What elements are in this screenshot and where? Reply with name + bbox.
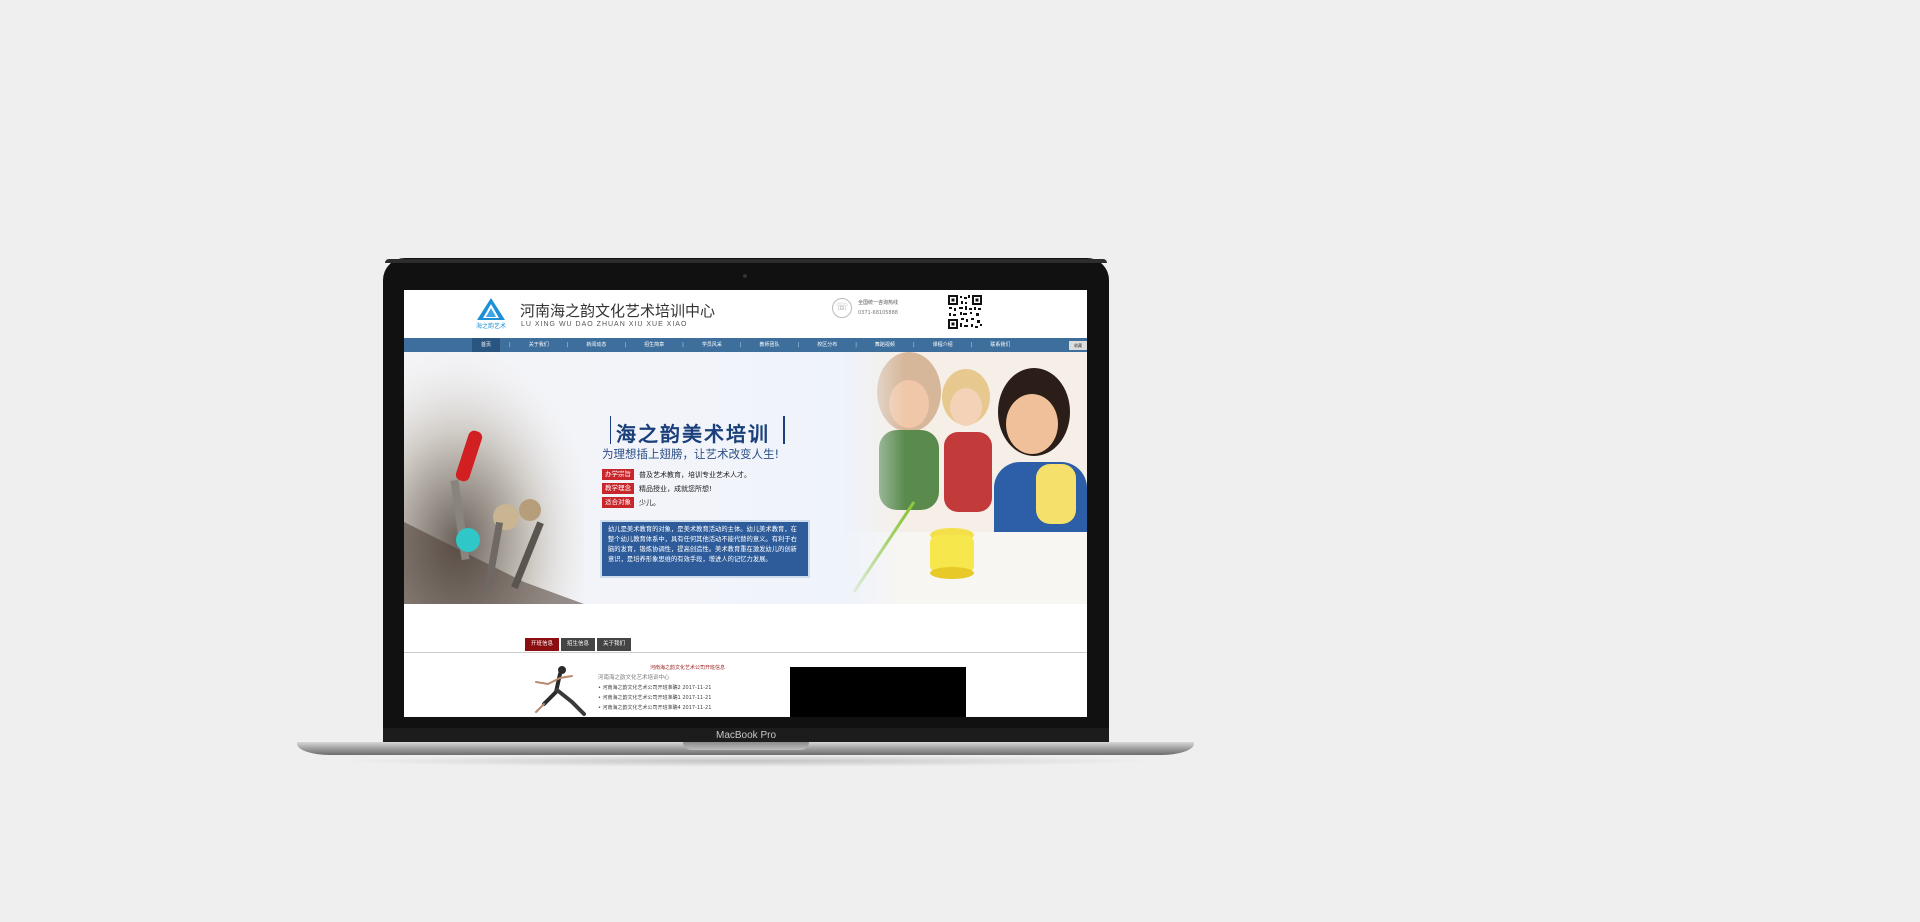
news-title[interactable]: 河南海之韵文化艺术公司开班信息	[650, 664, 725, 671]
laptop-lid-edge	[385, 259, 1107, 263]
banner-slogan: 为理想插上翅膀，让艺术改变人生!	[602, 447, 780, 461]
tag-text: 精品授业，成就您所想!	[639, 484, 712, 493]
content-tabs: 开班信息 招生信息 关于我们	[525, 638, 633, 651]
nav-separator: |	[739, 342, 742, 348]
news-item-title[interactable]: • 河南海之韵文化艺术公司开班准确4	[598, 705, 681, 711]
news-item-date: 2017-11-21	[682, 695, 712, 701]
nav-separator: |	[624, 342, 627, 348]
news-item-title[interactable]: • 河南海之韵文化艺术公司开班准确2	[598, 685, 681, 691]
dancer-image	[526, 662, 596, 717]
tab-enrollment-info[interactable]: 招生信息	[561, 638, 596, 651]
video-player[interactable]	[790, 667, 966, 717]
site-title[interactable]: 河南海之韵文化艺术培训中心	[520, 300, 715, 321]
nav-item-campuses[interactable]: 校区分布	[808, 338, 846, 352]
tag-row: 适合对象 少儿。	[602, 497, 660, 508]
children-painting-image	[844, 352, 1087, 604]
nav-separator: |	[797, 342, 800, 348]
tag-label: 适合对象	[602, 497, 634, 508]
site-subtitle: LU XING WU DAO ZHUAN XIU XUE XIAO	[521, 321, 688, 328]
laptop-screen: 海之韵艺术 河南海之韵文化艺术培训中心 LU XING WU DAO ZHUAN…	[404, 290, 1087, 717]
qr-code-icon	[947, 294, 983, 330]
news-item[interactable]: • 河南海之韵文化艺术公司开班准确1 2017-11-21	[598, 694, 711, 701]
site-header: 海之韵艺术 河南海之韵文化艺术培训中心 LU XING WU DAO ZHUAN…	[404, 290, 1087, 337]
tag-row: 办学宗旨 普及艺术教育，培训专业艺术人才。	[602, 469, 751, 480]
nav-item-videos[interactable]: 舞蹈视频	[866, 338, 904, 352]
nav-item-enrollment[interactable]: 招生简章	[635, 338, 673, 352]
nav-separator: |	[682, 342, 684, 348]
nav-separator: |	[855, 342, 857, 348]
nav-item-home[interactable]: 首页	[472, 338, 501, 352]
nav-separator: |	[566, 342, 569, 348]
hotline-label: 全国统一咨询热线	[858, 300, 899, 306]
nav-separator: |	[509, 342, 511, 348]
camera-icon	[743, 274, 747, 278]
tag-row: 教学理念 精品授业，成就您所想!	[602, 483, 712, 494]
tab-class-info[interactable]: 开班信息	[525, 638, 560, 651]
nav-item-news[interactable]: 新闻动态	[577, 338, 615, 352]
tag-text: 普及艺术教育，培训专业艺术人才。	[639, 470, 751, 479]
paintbrush-image	[404, 352, 584, 604]
logo-text: 海之韵艺术	[476, 322, 506, 330]
nav-item-students[interactable]: 学员风采	[693, 338, 731, 352]
news-item[interactable]: • 河南海之韵文化艺术公司开班准确2 2017-11-21	[598, 684, 711, 691]
tag-text: 少儿。	[639, 498, 660, 507]
hero-banner[interactable]: 海之韵美术培训 为理想插上翅膀，让艺术改变人生! 办学宗旨 普及艺术教育，培训专…	[404, 352, 1087, 604]
news-item[interactable]: • 河南海之韵文化艺术公司开班准确4 2017-11-21	[598, 704, 711, 711]
intro-text-box: 幼儿是美术教育的对象，是美术教育活动的主体。幼儿美术教育，在整个幼儿教育体系中，…	[600, 520, 810, 578]
tab-about[interactable]: 关于我们	[597, 638, 632, 651]
hotline-number: 0371-68105888	[858, 310, 898, 316]
nav-item-courses[interactable]: 课程介绍	[924, 338, 962, 352]
laptop-notch	[683, 742, 809, 750]
nav-item-contact[interactable]: 联系我们	[981, 338, 1019, 352]
bookmark-flag[interactable]: 收藏	[1069, 341, 1087, 350]
phone-icon: ☏	[832, 298, 852, 318]
nav-list: 首页 | 关于我们 | 新闻动态 | 招生简章 | 学员风采 | 教师团队 | …	[472, 338, 1019, 352]
nav-separator: |	[970, 342, 973, 348]
laptop-shadow	[330, 755, 1160, 767]
news-subtitle: 河南海之韵文化艺术培训中心	[598, 675, 670, 681]
news-item-date: 2017-11-21	[682, 705, 712, 711]
nav-separator: |	[912, 342, 915, 348]
news-item-title[interactable]: • 河南海之韵文化艺术公司开班准确1	[598, 695, 681, 701]
tag-label: 办学宗旨	[602, 469, 634, 480]
tag-label: 教学理念	[602, 483, 634, 494]
nav-item-about[interactable]: 关于我们	[520, 338, 558, 352]
banner-title: 海之韵美术培训	[616, 422, 770, 446]
main-nav: 首页 | 关于我们 | 新闻动态 | 招生简章 | 学员风采 | 教师团队 | …	[404, 338, 1087, 352]
logo-icon[interactable]: 海之韵艺术	[474, 296, 508, 330]
news-item-date: 2017-11-21	[682, 685, 712, 691]
nav-item-teachers[interactable]: 教师团队	[751, 338, 789, 352]
tab-divider	[404, 652, 1087, 653]
